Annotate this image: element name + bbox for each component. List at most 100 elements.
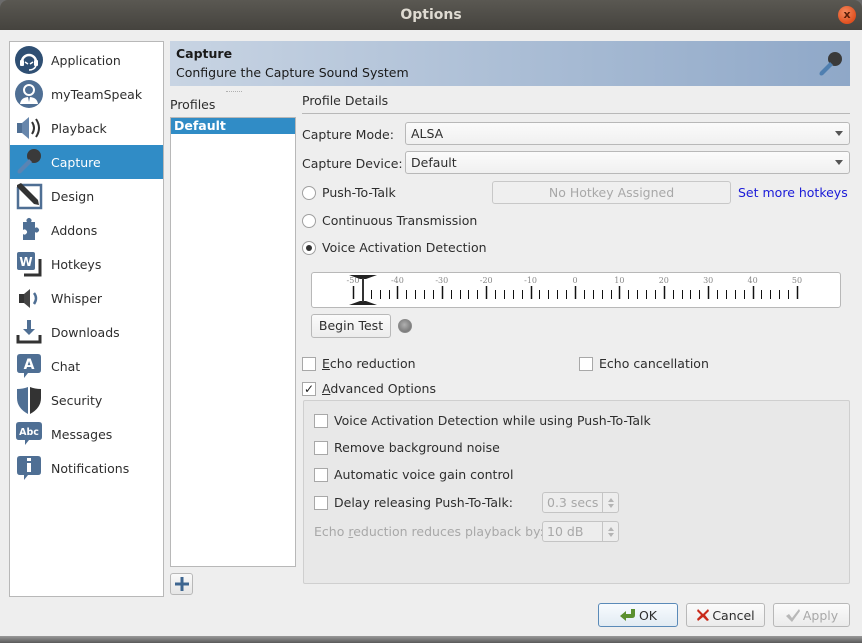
checkbox[interactable] — [314, 440, 328, 455]
meter-tick-label: 10 — [614, 276, 624, 285]
check-icon — [785, 609, 800, 622]
sidebar-item-hotkeys[interactable]: W Hotkeys — [10, 247, 163, 281]
checkbox[interactable]: ✓ — [302, 381, 316, 396]
sidebar-item-label: Notifications — [51, 460, 130, 476]
checkbox[interactable] — [314, 413, 328, 428]
sidebar-item-label: Chat — [51, 358, 81, 374]
capture-mode-value: ALSA — [411, 126, 444, 141]
delay-ptt-checkbox[interactable]: Delay releasing Push-To-Talk: — [314, 495, 513, 510]
ok-label: OK — [638, 607, 658, 623]
sidebar-item-label: Messages — [51, 426, 113, 442]
echo-cancellation-checkbox[interactable]: Echo cancellation — [579, 356, 709, 371]
radio-label: Push-To-Talk — [322, 185, 396, 200]
meter-tick-label: -40 — [391, 276, 404, 285]
sidebar-item-label: Capture — [51, 154, 101, 170]
capture-device-value: Default — [411, 155, 457, 170]
sidebar-item-playback[interactable]: Playback — [10, 111, 163, 145]
chat-a-icon: A — [12, 349, 46, 383]
pencil-icon — [12, 179, 46, 213]
push-to-talk-radio[interactable]: Push-To-Talk — [302, 185, 396, 200]
spin-arrows[interactable] — [602, 493, 618, 512]
divider — [302, 113, 850, 114]
sidebar-item-messages[interactable]: Abc Messages — [10, 417, 163, 451]
sidebar-item-application[interactable]: Application — [10, 43, 163, 77]
sidebar-item-label: Addons — [51, 222, 98, 238]
vad-scale: -50 -40 -30 -20 -10 0 10 20 30 40 50 — [347, 275, 802, 305]
window-title: Options — [400, 7, 462, 23]
sidebar-item-myteamspeak[interactable]: myTeamSpeak — [10, 77, 163, 111]
apply-button[interactable]: Apply — [773, 603, 850, 627]
checkbox-label: Automatic voice gain control — [334, 467, 514, 482]
sidebar-item-addons[interactable]: Addons — [10, 213, 163, 247]
cancel-label: Cancel — [712, 607, 755, 623]
meter-tick-label: 50 — [792, 276, 802, 285]
add-profile-button[interactable] — [170, 573, 193, 595]
meter-tick-label: 40 — [748, 276, 758, 285]
remove-background-noise-checkbox[interactable]: Remove background noise — [314, 440, 500, 455]
checkbox-label: Delay releasing Push-To-Talk: — [334, 495, 513, 510]
user-avatar-icon — [12, 77, 46, 111]
delay-value: 0.3 secs — [547, 495, 599, 510]
arrow-down-icon — [607, 532, 614, 537]
sidebar-item-security[interactable]: Security — [10, 383, 163, 417]
vad-level-meter[interactable]: -50 -40 -30 -20 -10 0 10 20 30 40 50 — [311, 272, 841, 308]
arrow-down-icon — [607, 503, 614, 508]
vad-while-ptt-checkbox[interactable]: Voice Activation Detection while using P… — [314, 413, 651, 428]
checkbox[interactable] — [314, 495, 328, 510]
close-button[interactable]: x — [838, 6, 856, 24]
radio-button[interactable] — [302, 240, 316, 255]
echo-reduce-spinbox[interactable]: 10 dB — [542, 521, 619, 542]
checkbox-label: Echo cancellation — [599, 356, 709, 371]
set-more-hotkeys-link[interactable]: Set more hotkeys — [738, 185, 848, 200]
advanced-options-checkbox[interactable]: ✓ Advanced Options — [302, 381, 436, 396]
plus-icon — [174, 577, 189, 591]
automatic-gain-checkbox[interactable]: Automatic voice gain control — [314, 467, 513, 482]
delay-spinbox[interactable]: 0.3 secs — [542, 492, 619, 513]
meter-tick-label: -30 — [435, 276, 448, 285]
svg-text:W: W — [19, 255, 32, 269]
sidebar-item-notifications[interactable]: Notifications — [10, 451, 163, 485]
sidebar-item-label: myTeamSpeak — [51, 86, 143, 102]
meter-tick-label: 0 — [572, 276, 577, 285]
echo-reduction-checkbox[interactable]: Echo reduction — [302, 356, 416, 371]
capture-device-label: Capture Device: — [302, 156, 403, 171]
hotkey-w-icon: W — [12, 247, 46, 281]
sidebar-item-label: Playback — [51, 120, 107, 136]
hotkey-button[interactable]: No Hotkey Assigned — [492, 181, 731, 204]
checkbox[interactable] — [579, 356, 593, 371]
sidebar-item-label: Whisper — [51, 290, 103, 306]
begin-test-button[interactable]: Begin Test — [311, 314, 391, 338]
capture-device-select[interactable]: Default — [405, 151, 850, 174]
continuous-transmission-radio[interactable]: Continuous Transmission — [302, 213, 477, 228]
spin-arrows[interactable] — [602, 522, 618, 541]
echo-reduce-label: Echo reduction reduces playback by: — [314, 524, 544, 539]
splitter-handle[interactable] — [226, 91, 242, 93]
cancel-button[interactable]: Cancel — [686, 603, 765, 627]
sidebar-item-chat[interactable]: A Chat — [10, 349, 163, 383]
sidebar-item-design[interactable]: Design — [10, 179, 163, 213]
sidebar: Application myTeamSpeak Playback Capture… — [9, 41, 164, 597]
page-subtitle: Configure the Capture Sound System — [176, 65, 409, 80]
sidebar-item-downloads[interactable]: Downloads — [10, 315, 163, 349]
profile-item-default[interactable]: Default — [171, 118, 295, 134]
checkbox-label: Echo reduction — [322, 356, 416, 371]
radio-button[interactable] — [302, 213, 316, 228]
page-title: Capture — [176, 46, 233, 61]
sidebar-item-label: Downloads — [51, 324, 120, 340]
sidebar-item-capture[interactable]: Capture — [10, 145, 163, 179]
apply-label: Apply — [802, 607, 839, 623]
sidebar-item-whisper[interactable]: Whisper — [10, 281, 163, 315]
capture-mode-select[interactable]: ALSA — [405, 122, 850, 145]
voice-activation-radio[interactable]: Voice Activation Detection — [302, 240, 487, 255]
checkbox[interactable] — [314, 467, 328, 482]
radio-label: Continuous Transmission — [322, 213, 478, 228]
svg-text:Abc: Abc — [19, 427, 39, 438]
checkbox-label: Remove background noise — [334, 440, 500, 455]
options-dialog: Application myTeamSpeak Playback Capture… — [0, 30, 862, 636]
radio-button[interactable] — [302, 185, 316, 200]
window-shadow — [0, 636, 862, 643]
checkbox[interactable] — [302, 356, 316, 371]
ok-button[interactable]: OK — [598, 603, 678, 627]
page-header: Capture Configure the Capture Sound Syst… — [170, 41, 850, 86]
profiles-list: Default — [170, 117, 296, 567]
